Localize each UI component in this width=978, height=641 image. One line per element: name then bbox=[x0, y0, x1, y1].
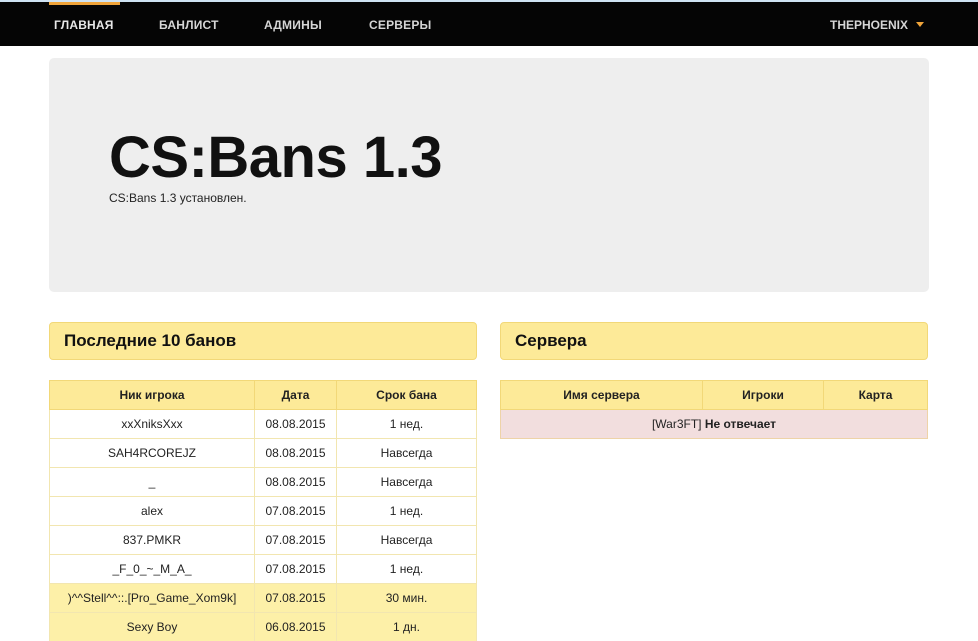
player-name: _F_0_~_M_A_ bbox=[49, 554, 255, 584]
server-cell: [War3FT] Не отвечает bbox=[500, 409, 928, 439]
player-name: Sexy Boy bbox=[49, 612, 255, 641]
table-row[interactable]: SAH4RCOREJZ 08.08.2015 Навсегда bbox=[49, 438, 477, 468]
ban-duration: Навсегда bbox=[336, 438, 477, 468]
bans-panel-heading: Последние 10 банов bbox=[49, 322, 477, 360]
ban-duration: 1 нед. bbox=[336, 496, 477, 526]
table-row[interactable]: _ 08.08.2015 Навсегда bbox=[49, 467, 477, 497]
ban-date: 07.08.2015 bbox=[254, 525, 337, 555]
user-name: THEPHOENIX bbox=[829, 18, 908, 32]
server-row[interactable]: [War3FT] Не отвечает bbox=[500, 409, 928, 439]
hero-banner: CS:Bans 1.3 CS:Bans 1.3 установлен. bbox=[49, 58, 929, 292]
column-header-map[interactable]: Карта bbox=[823, 380, 928, 410]
column-header-date[interactable]: Дата bbox=[254, 380, 337, 410]
ban-duration: 1 дн. bbox=[336, 612, 477, 641]
player-name: SAH4RCOREJZ bbox=[49, 438, 255, 468]
ban-duration: Навсегда bbox=[336, 525, 477, 555]
nav-home[interactable]: ГЛАВНАЯ bbox=[49, 2, 120, 46]
table-row[interactable]: _F_0_~_M_A_ 07.08.2015 1 нед. bbox=[49, 554, 477, 584]
server-status: Не отвечает bbox=[704, 417, 777, 431]
ban-duration: 1 нед. bbox=[336, 554, 477, 584]
bans-table: Ник игрока Дата Срок бана xxXniksXxx 08.… bbox=[49, 380, 477, 641]
column-header-duration[interactable]: Срок бана bbox=[336, 380, 477, 410]
table-row[interactable]: alex 07.08.2015 1 нед. bbox=[49, 496, 477, 526]
table-row[interactable]: 837.PMKR 07.08.2015 Навсегда bbox=[49, 525, 477, 555]
hero-subtitle: CS:Bans 1.3 установлен. bbox=[109, 191, 247, 205]
ban-date: 08.08.2015 bbox=[254, 467, 337, 497]
player-name: _ bbox=[49, 467, 255, 497]
nav-servers[interactable]: СЕРВЕРЫ bbox=[369, 2, 432, 46]
table-row[interactable]: xxXniksXxx 08.08.2015 1 нед. bbox=[49, 409, 477, 439]
ban-date: 07.08.2015 bbox=[254, 554, 337, 584]
navbar: ГЛАВНАЯ БАНЛИСТ АДМИНЫ СЕРВЕРЫ THEPHOENI… bbox=[0, 2, 978, 46]
nav-banlist[interactable]: БАНЛИСТ bbox=[159, 2, 219, 46]
ban-date: 08.08.2015 bbox=[254, 409, 337, 439]
server-name: [War3FT] bbox=[651, 417, 702, 431]
user-menu[interactable]: THEPHOENIX bbox=[830, 2, 924, 46]
player-name: alex bbox=[49, 496, 255, 526]
nav-admins[interactable]: АДМИНЫ bbox=[264, 2, 322, 46]
player-name: 837.PMKR bbox=[49, 525, 255, 555]
column-header-player[interactable]: Ник игрока bbox=[49, 380, 255, 410]
player-name: )^^Stell^^::.[Pro_Game_Xom9k] bbox=[49, 583, 255, 613]
ban-date: 07.08.2015 bbox=[254, 496, 337, 526]
hero-title: CS:Bans 1.3 bbox=[109, 125, 442, 190]
bans-table-header: Ник игрока Дата Срок бана bbox=[49, 380, 477, 410]
table-row[interactable]: )^^Stell^^::.[Pro_Game_Xom9k] 07.08.2015… bbox=[49, 583, 477, 613]
servers-table-header: Имя сервера Игроки Карта bbox=[500, 380, 928, 410]
table-row[interactable]: Sexy Boy 06.08.2015 1 дн. bbox=[49, 612, 477, 641]
player-name: xxXniksXxx bbox=[49, 409, 255, 439]
caret-down-icon bbox=[916, 22, 924, 27]
servers-table: Имя сервера Игроки Карта [War3FT] Не отв… bbox=[500, 380, 928, 439]
ban-duration: 30 мин. bbox=[336, 583, 477, 613]
ban-date: 07.08.2015 bbox=[254, 583, 337, 613]
ban-date: 08.08.2015 bbox=[254, 438, 337, 468]
ban-duration: 1 нед. bbox=[336, 409, 477, 439]
column-header-players[interactable]: Игроки bbox=[702, 380, 824, 410]
servers-panel-heading: Сервера bbox=[500, 322, 928, 360]
ban-date: 06.08.2015 bbox=[254, 612, 337, 641]
ban-duration: Навсегда bbox=[336, 467, 477, 497]
column-header-server-name[interactable]: Имя сервера bbox=[500, 380, 703, 410]
